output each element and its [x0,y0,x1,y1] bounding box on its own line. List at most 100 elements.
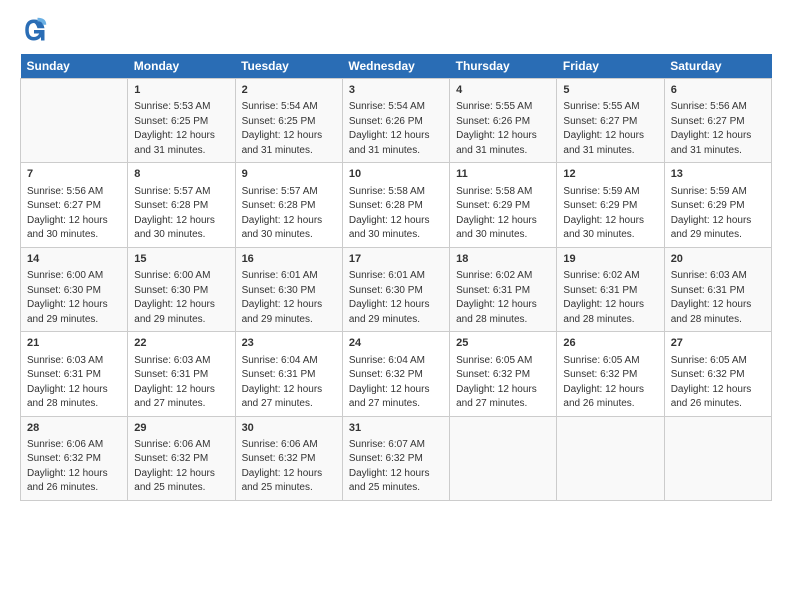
week-row-2: 7Sunrise: 5:56 AM Sunset: 6:27 PM Daylig… [21,163,772,247]
calendar-cell: 21 Sunrise: 6:03 AM Sunset: 6:31 PM Dayli… [21,332,128,416]
cell-content: Sunrise: 6:05 AM Sunset: 6:32 PM Dayligh… [456,354,550,412]
calendar-cell [664,416,771,500]
page: SundayMondayTuesdayWednesdayThursdayFrid… [0,0,792,612]
day-number: 11 [456,167,550,182]
calendar-cell: 29 Sunrise: 6:06 AM Sunset: 6:32 PM Dayli… [128,416,235,500]
calendar-cell: 7Sunrise: 5:56 AM Sunset: 6:27 PM Daylig… [21,163,128,247]
calendar-cell: 10 Sunrise: 5:58 AM Sunset: 6:28 PM Dayli… [342,163,449,247]
day-number: 1 [134,83,228,98]
day-number: 31 [349,421,443,436]
cell-content: Sunrise: 6:03 AM Sunset: 6:31 PM Dayligh… [671,269,765,327]
week-row-4: 21 Sunrise: 6:03 AM Sunset: 6:31 PM Dayli… [21,332,772,416]
cell-content: Sunrise: 6:01 AM Sunset: 6:30 PM Dayligh… [349,269,443,327]
cell-content: Sunrise: 6:00 AM Sunset: 6:30 PM Dayligh… [27,269,121,327]
day-number: 20 [671,252,765,267]
cell-content: Sunrise: 6:02 AM Sunset: 6:31 PM Dayligh… [456,269,550,327]
calendar-cell: 2Sunrise: 5:54 AM Sunset: 6:25 PM Daylig… [235,79,342,163]
day-number: 10 [349,167,443,182]
cell-content: Sunrise: 5:57 AM Sunset: 6:28 PM Dayligh… [242,185,336,243]
header-cell-sunday: Sunday [21,54,128,79]
header-row: SundayMondayTuesdayWednesdayThursdayFrid… [21,54,772,79]
calendar-cell: 17Sunrise: 6:01 AM Sunset: 6:30 PM Dayli… [342,247,449,331]
header-cell-friday: Friday [557,54,664,79]
calendar-cell: 4Sunrise: 5:55 AM Sunset: 6:26 PM Daylig… [450,79,557,163]
cell-content: Sunrise: 6:04 AM Sunset: 6:32 PM Dayligh… [349,354,443,412]
calendar-cell: 26 Sunrise: 6:05 AM Sunset: 6:32 PM Dayli… [557,332,664,416]
calendar-cell: 25 Sunrise: 6:05 AM Sunset: 6:32 PM Dayli… [450,332,557,416]
cell-content: Sunrise: 5:54 AM Sunset: 6:25 PM Dayligh… [242,100,336,158]
calendar-cell: 27 Sunrise: 6:05 AM Sunset: 6:32 PM Dayli… [664,332,771,416]
day-number: 21 [27,336,121,351]
calendar-cell: 19Sunrise: 6:02 AM Sunset: 6:31 PM Dayli… [557,247,664,331]
cell-content: Sunrise: 6:07 AM Sunset: 6:32 PM Dayligh… [349,438,443,496]
header [20,16,772,44]
cell-content: Sunrise: 6:03 AM Sunset: 6:31 PM Dayligh… [134,354,228,412]
calendar-cell: 24 Sunrise: 6:04 AM Sunset: 6:32 PM Dayli… [342,332,449,416]
calendar-cell: 14 Sunrise: 6:00 AM Sunset: 6:30 PM Dayli… [21,247,128,331]
cell-content: Sunrise: 5:58 AM Sunset: 6:29 PM Dayligh… [456,185,550,243]
day-number: 8 [134,167,228,182]
cell-content: Sunrise: 6:05 AM Sunset: 6:32 PM Dayligh… [563,354,657,412]
day-number: 30 [242,421,336,436]
calendar-cell: 16 Sunrise: 6:01 AM Sunset: 6:30 PM Dayli… [235,247,342,331]
day-number: 22 [134,336,228,351]
logo-icon [20,16,48,44]
day-number: 16 [242,252,336,267]
cell-content: Sunrise: 6:06 AM Sunset: 6:32 PM Dayligh… [27,438,121,496]
calendar-cell: 22 Sunrise: 6:03 AM Sunset: 6:31 PM Dayli… [128,332,235,416]
day-number: 24 [349,336,443,351]
cell-content: Sunrise: 6:03 AM Sunset: 6:31 PM Dayligh… [27,354,121,412]
cell-content: Sunrise: 6:05 AM Sunset: 6:32 PM Dayligh… [671,354,765,412]
day-number: 25 [456,336,550,351]
header-cell-tuesday: Tuesday [235,54,342,79]
calendar-cell: 18Sunrise: 6:02 AM Sunset: 6:31 PM Dayli… [450,247,557,331]
cell-content: Sunrise: 5:55 AM Sunset: 6:27 PM Dayligh… [563,100,657,158]
cell-content: Sunrise: 5:55 AM Sunset: 6:26 PM Dayligh… [456,100,550,158]
cell-content: Sunrise: 6:04 AM Sunset: 6:31 PM Dayligh… [242,354,336,412]
day-number: 9 [242,167,336,182]
cell-content: Sunrise: 5:54 AM Sunset: 6:26 PM Dayligh… [349,100,443,158]
calendar-cell: 28 Sunrise: 6:06 AM Sunset: 6:32 PM Dayli… [21,416,128,500]
calendar-cell: 6Sunrise: 5:56 AM Sunset: 6:27 PM Daylig… [664,79,771,163]
week-row-1: 1 Sunrise: 5:53 AM Sunset: 6:25 PM Daylig… [21,79,772,163]
calendar-table: SundayMondayTuesdayWednesdayThursdayFrid… [20,54,772,501]
day-number: 3 [349,83,443,98]
calendar-cell: 9 Sunrise: 5:57 AM Sunset: 6:28 PM Daylig… [235,163,342,247]
logo [20,16,52,44]
calendar-cell: 1 Sunrise: 5:53 AM Sunset: 6:25 PM Daylig… [128,79,235,163]
cell-content: Sunrise: 5:58 AM Sunset: 6:28 PM Dayligh… [349,185,443,243]
calendar-cell: 20 Sunrise: 6:03 AM Sunset: 6:31 PM Dayli… [664,247,771,331]
calendar-cell: 12 Sunrise: 5:59 AM Sunset: 6:29 PM Dayli… [557,163,664,247]
calendar-cell: 23 Sunrise: 6:04 AM Sunset: 6:31 PM Dayli… [235,332,342,416]
day-number: 23 [242,336,336,351]
calendar-cell: 11 Sunrise: 5:58 AM Sunset: 6:29 PM Dayli… [450,163,557,247]
week-row-5: 28 Sunrise: 6:06 AM Sunset: 6:32 PM Dayli… [21,416,772,500]
cell-content: Sunrise: 5:53 AM Sunset: 6:25 PM Dayligh… [134,100,228,158]
cell-content: Sunrise: 5:59 AM Sunset: 6:29 PM Dayligh… [563,185,657,243]
day-number: 29 [134,421,228,436]
cell-content: Sunrise: 6:01 AM Sunset: 6:30 PM Dayligh… [242,269,336,327]
week-row-3: 14 Sunrise: 6:00 AM Sunset: 6:30 PM Dayli… [21,247,772,331]
calendar-cell: 30Sunrise: 6:06 AM Sunset: 6:32 PM Dayli… [235,416,342,500]
cell-content: Sunrise: 5:56 AM Sunset: 6:27 PM Dayligh… [27,185,121,243]
day-number: 26 [563,336,657,351]
calendar-cell: 5 Sunrise: 5:55 AM Sunset: 6:27 PM Daylig… [557,79,664,163]
calendar-cell: 3 Sunrise: 5:54 AM Sunset: 6:26 PM Daylig… [342,79,449,163]
day-number: 5 [563,83,657,98]
calendar-header: SundayMondayTuesdayWednesdayThursdayFrid… [21,54,772,79]
header-cell-saturday: Saturday [664,54,771,79]
header-cell-monday: Monday [128,54,235,79]
cell-content: Sunrise: 5:57 AM Sunset: 6:28 PM Dayligh… [134,185,228,243]
header-cell-thursday: Thursday [450,54,557,79]
cell-content: Sunrise: 6:00 AM Sunset: 6:30 PM Dayligh… [134,269,228,327]
day-number: 14 [27,252,121,267]
day-number: 15 [134,252,228,267]
cell-content: Sunrise: 5:56 AM Sunset: 6:27 PM Dayligh… [671,100,765,158]
day-number: 19 [563,252,657,267]
calendar-body: 1 Sunrise: 5:53 AM Sunset: 6:25 PM Daylig… [21,79,772,501]
cell-content: Sunrise: 6:06 AM Sunset: 6:32 PM Dayligh… [134,438,228,496]
calendar-cell: 8 Sunrise: 5:57 AM Sunset: 6:28 PM Daylig… [128,163,235,247]
day-number: 12 [563,167,657,182]
day-number: 27 [671,336,765,351]
day-number: 28 [27,421,121,436]
